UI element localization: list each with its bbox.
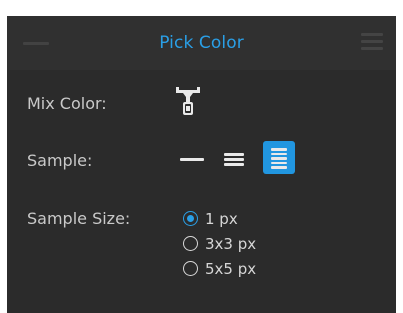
- sample-size-1px-radio[interactable]: 1 px: [183, 209, 293, 231]
- sample-size-5x5px-radio[interactable]: 5x5 px: [183, 259, 293, 281]
- radio-checked-icon: [183, 211, 198, 226]
- sample-size-option-label: 5x5 px: [205, 260, 257, 278]
- mix-color-dropper-icon[interactable]: [175, 84, 201, 122]
- sample-size-3x3px-radio[interactable]: 3x3 px: [183, 234, 293, 256]
- sample-size-option-label: 1 px: [205, 210, 238, 228]
- radio-unchecked-icon: [183, 236, 198, 251]
- sample-single-line-button[interactable]: [177, 144, 207, 174]
- hamburger-menu-icon[interactable]: [361, 32, 383, 52]
- radio-unchecked-icon: [183, 261, 198, 276]
- sample-triple-line-button[interactable]: [220, 144, 250, 174]
- sample-label: Sample:: [27, 151, 93, 170]
- panel-title: Pick Color: [159, 33, 244, 53]
- mix-color-label: Mix Color:: [27, 94, 107, 113]
- sample-multi-line-button[interactable]: [263, 141, 295, 174]
- panel-title-bar: Pick Color: [7, 16, 396, 70]
- pick-color-panel: Pick Color Mix Color: Sample: Sample Siz…: [7, 16, 396, 313]
- sample-size-label: Sample Size:: [27, 209, 131, 228]
- sample-size-option-label: 3x3 px: [205, 235, 257, 253]
